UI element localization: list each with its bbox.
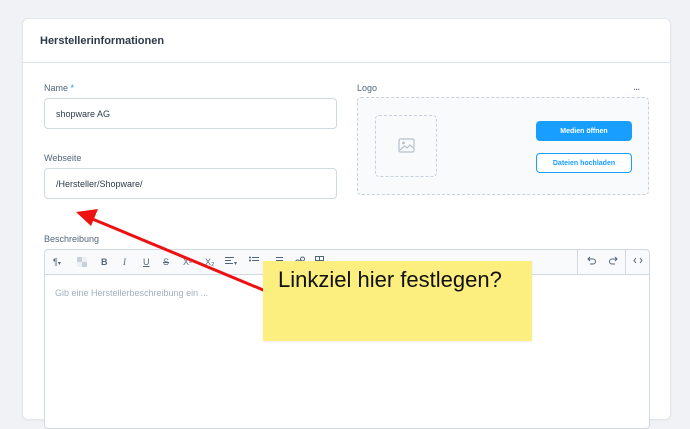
redo-button[interactable] [609, 256, 618, 268]
list-icon [249, 256, 259, 262]
logo-upload-area[interactable]: Medien öffnen Dateien hochladen [357, 97, 649, 195]
undo-icon [587, 256, 596, 265]
chevron-down-icon: ▾ [234, 261, 238, 267]
paragraph-format-button[interactable]: ¶▾ [53, 256, 61, 270]
description-placeholder: Gib eine Herstellerbeschreibung ein ... [55, 288, 209, 298]
align-button[interactable]: ▾ [225, 256, 237, 270]
logo-more-menu[interactable]: ... [633, 81, 640, 93]
redo-icon [609, 256, 618, 265]
align-left-icon [225, 256, 234, 265]
name-field-value: shopware AG [56, 109, 111, 119]
code-icon [633, 257, 643, 264]
unordered-list-button[interactable] [249, 256, 259, 268]
website-field[interactable]: /Hersteller/Shopware/ [44, 168, 337, 199]
toolbar-divider [577, 250, 578, 274]
name-label: Name * [44, 83, 74, 93]
logo-preview [375, 115, 437, 177]
subscript-button[interactable]: X₂ [205, 256, 215, 268]
toolbar-divider [625, 250, 626, 274]
website-field-value: /Hersteller/Shopware/ [56, 179, 143, 189]
italic-button[interactable]: I [123, 256, 126, 268]
color-picker-button[interactable] [77, 256, 87, 270]
code-view-button[interactable] [633, 256, 643, 268]
annotation-note: Linkziel hier festlegen? [263, 261, 532, 341]
manufacturer-info-card: Herstellerinformationen Name * shopware … [22, 18, 671, 429]
name-field[interactable]: shopware AG [44, 98, 337, 129]
strikethrough-icon: S [163, 257, 170, 267]
checker-icon [77, 257, 87, 267]
logo-label: Logo [357, 83, 378, 93]
upload-files-button[interactable]: Dateien hochladen [536, 153, 632, 173]
image-icon [398, 138, 415, 153]
website-label: Webseite [44, 153, 82, 163]
annotation-text: Linkziel hier festlegen? [278, 267, 502, 292]
name-label-text: Name [44, 83, 69, 93]
required-mark: * [70, 83, 75, 93]
chevron-down-icon: ▾ [57, 261, 61, 267]
superscript-button[interactable]: X² [183, 256, 192, 268]
bold-button[interactable]: B [101, 256, 108, 268]
underline-button[interactable]: U [143, 256, 150, 268]
undo-button[interactable] [587, 256, 596, 268]
card-header: Herstellerinformationen [23, 19, 670, 63]
strikethrough-button[interactable]: S [163, 256, 169, 268]
card-title: Herstellerinformationen [40, 35, 165, 47]
open-media-button[interactable]: Medien öffnen [536, 121, 632, 141]
description-label: Beschreibung [44, 234, 100, 244]
